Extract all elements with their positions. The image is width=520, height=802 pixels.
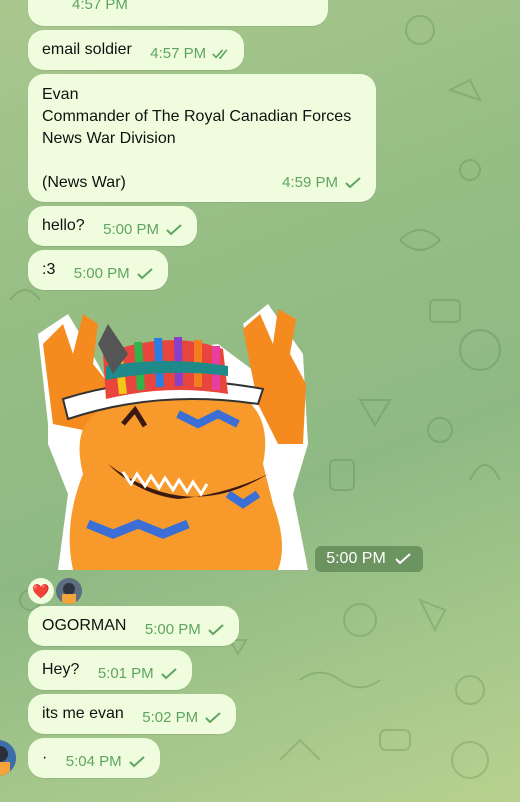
message-bubble[interactable]: hello? 5:00 PM [28,206,198,246]
message-meta: 5:00 PM [145,619,225,641]
check-icon [166,224,182,236]
message-meta: 4:57 PM [150,43,230,65]
check-icon [128,756,145,768]
message-meta: 5:04 PM [66,751,146,773]
message-time: 5:00 PM [103,221,160,238]
message-text: OGORMAN [42,617,127,634]
heart-icon: ❤️ [32,582,50,599]
message-meta: 5:00 PM [74,263,154,285]
message-time: 5:04 PM [65,753,122,770]
dinosaur-sticker-icon[interactable] [28,294,310,572]
message-bubble[interactable]: its me evan 5:02 PM [28,694,237,734]
message-meta: 5:02 PM [142,707,222,729]
reactor-avatar [56,578,82,604]
message-meta: 4:59 PM [282,172,362,194]
message-text: its me evan [42,705,124,722]
check-icon [208,624,224,636]
message-meta: 5:00 PM [103,219,183,241]
message-time: 4:57 PM [72,0,128,13]
message-bubble[interactable]: 4:57 PM [28,0,328,26]
message-time: 5:02 PM [142,709,199,726]
message-bubble[interactable]: OGORMAN 5:00 PM [28,606,239,646]
message-text: Hey? [42,661,80,678]
check-icon [345,177,361,189]
message-time: 5:00 PM [326,550,386,567]
message-bubble[interactable]: Evan Commander of The Royal Canadian For… [28,74,376,202]
message-meta: 4:57 PM [72,0,128,16]
message-text: email soldier [42,41,132,58]
message-reactions[interactable]: ❤️ [28,578,82,605]
message-time: 4:57 PM [150,45,207,62]
message-bubble[interactable]: Hey? 5:01 PM [28,650,192,690]
message-time: 5:01 PM [97,665,154,682]
message-bubble[interactable]: :3 5:00 PM [28,250,168,290]
heart-reaction[interactable]: ❤️ [28,578,54,604]
message-time: 5:00 PM [73,265,130,282]
avatar-icon [56,578,82,604]
message-text: · [42,749,48,766]
double-check-icon [212,49,228,60]
check-icon [205,712,221,724]
message-time: 4:59 PM [282,174,338,191]
check-icon [395,553,411,565]
message-text: hello? [42,217,85,234]
message-text: :3 [42,261,56,278]
message-meta: 5:01 PM [98,663,178,685]
message-bubble[interactable]: email soldier 4:57 PM [28,30,245,70]
sticker-timestamp: 5:00 PM [315,546,423,572]
message-time: 5:00 PM [144,621,201,638]
check-icon [136,268,153,280]
check-icon [160,668,177,680]
message-bubble[interactable]: · 5:04 PM [28,738,160,778]
